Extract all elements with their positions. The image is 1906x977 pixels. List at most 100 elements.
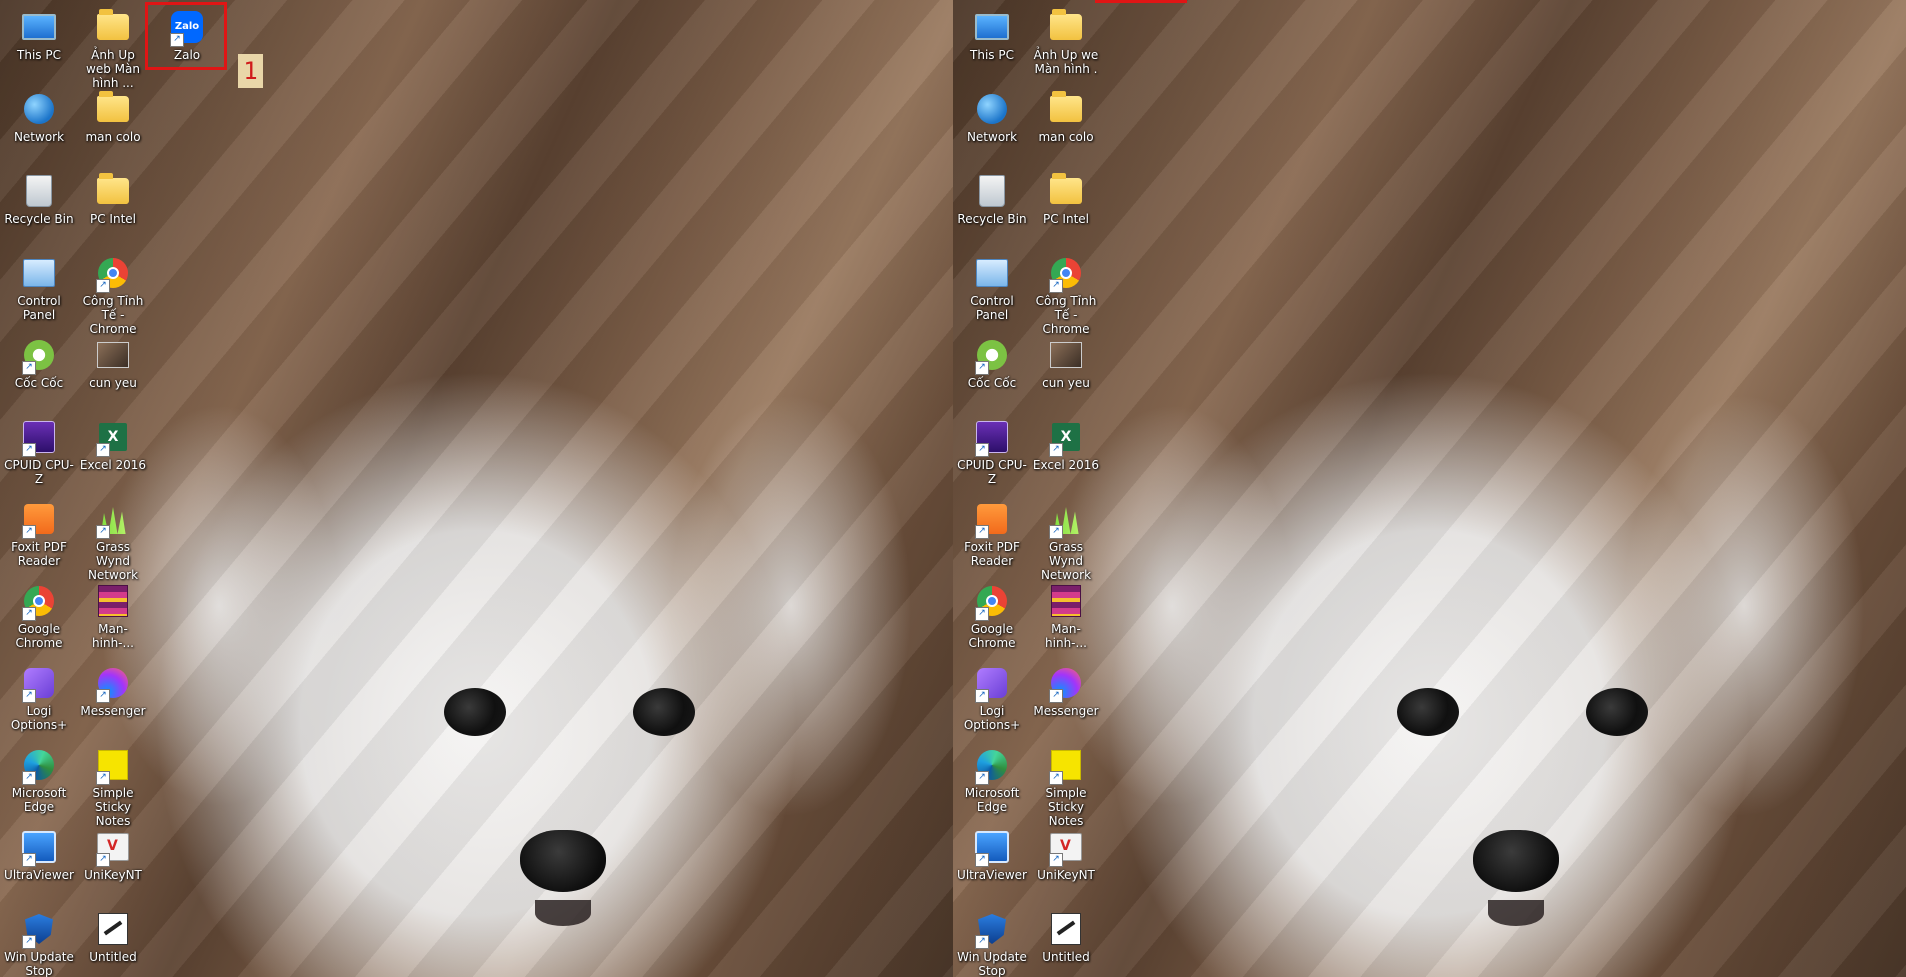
untitled-icon [94, 910, 132, 948]
network-icon [973, 90, 1011, 128]
desktop-icon-ultraviewer[interactable]: ↗ UltraViewer [955, 822, 1029, 882]
desktop-icon-network[interactable]: Network [955, 84, 1029, 144]
desktop-icon-shield[interactable]: ↗ Win Update Stop [2, 904, 76, 977]
desktop-icon-label: Foxit PDF Reader [11, 540, 67, 568]
desktop-icon-label: Untitled [89, 950, 137, 964]
desktop-icon-recycle-bin[interactable]: Recycle Bin [2, 166, 76, 226]
desktop-icon-label: This PC [17, 48, 61, 62]
unikey-icon: ↗ [1047, 828, 1085, 867]
folder-icon [94, 8, 132, 46]
desktop-icon-label: man colo [85, 130, 141, 144]
desktop-icon-label: UniKeyNT [1037, 868, 1095, 882]
desktop-icon-label: PC Intel [1043, 212, 1089, 226]
foxit-icon: ↗ [973, 500, 1011, 539]
sticky-notes-icon: ↗ [94, 746, 132, 785]
desktop-icon-network[interactable]: Network [2, 84, 76, 144]
excel-icon: X ↗ [1047, 418, 1085, 457]
desktop-icon-untitled[interactable]: Untitled [1029, 904, 1103, 964]
desktop-icon-cpuz[interactable]: ↗ CPUID CPU-Z [955, 412, 1029, 486]
desktop-icon-this-pc[interactable]: This PC [955, 2, 1029, 62]
desktop-right[interactable]: This PC Ảnh Up we Màn hình . Network man co… [953, 0, 1906, 977]
desktop-icon-chrome[interactable]: ↗ Google Chrome [955, 576, 1029, 650]
desktop-icon-messenger[interactable]: ↗ Messenger [76, 658, 150, 718]
desktop-icon-folder[interactable]: man colo [76, 84, 150, 144]
desktop-icon-foxit[interactable]: ↗ Foxit PDF Reader [2, 494, 76, 568]
desktop-icon-cpuz[interactable]: ↗ CPUID CPU-Z [2, 412, 76, 486]
desktop-icon-chrome[interactable]: ↗ Google Chrome [2, 576, 76, 650]
chrome-icon: ↗ [1047, 254, 1085, 293]
desktop-icon-label: Win Update Stop [957, 950, 1027, 977]
puppy-mouth [535, 900, 591, 926]
desktop-icon-folder[interactable]: man colo [1029, 84, 1103, 144]
desktop-icon-label: UltraViewer [957, 868, 1027, 882]
control-panel-icon [973, 254, 1011, 292]
desktop-icon-label: Logi Options+ [10, 704, 68, 732]
cpuz-icon: ↗ [973, 418, 1011, 457]
desktop-icon-label: This PC [970, 48, 1014, 62]
desktop-icon-chrome[interactable]: ↗ Công Tỉnh Tế - Chrome [1029, 248, 1103, 336]
desktop-icon-control-panel[interactable]: Control Panel [2, 248, 76, 322]
desktop-icon-grass[interactable]: ↗ Grass Wynd Network [76, 494, 150, 582]
desktop-icon-this-pc[interactable]: This PC [2, 2, 76, 62]
desktop-icon-edge[interactable]: ↗ Microsoft Edge [955, 740, 1029, 814]
desktop-icon-edge[interactable]: ↗ Microsoft Edge [2, 740, 76, 814]
unikey-icon: ↗ [94, 828, 132, 867]
desktop-icon-folder[interactable]: PC Intel [1029, 166, 1103, 226]
messenger-icon: ↗ [94, 664, 132, 703]
shortcut-arrow-icon: ↗ [1049, 443, 1063, 457]
zalo-highlight-box [145, 2, 227, 70]
desktop-left[interactable]: This PC Ảnh Up web Màn hình ... Zalo ↗ Zalo N… [0, 0, 953, 977]
shortcut-arrow-icon: ↗ [22, 525, 36, 539]
desktop-icon-label: Cốc Cốc [14, 376, 64, 390]
desktop-icon-unikey[interactable]: ↗UniKeyNT [76, 822, 150, 882]
desktop-icon-folder[interactable]: Ảnh Up we Màn hình . [1029, 2, 1103, 76]
desktop-icon-untitled[interactable]: Untitled [76, 904, 150, 964]
puppy-mouth [1488, 900, 1544, 926]
this-pc-icon [20, 8, 58, 46]
desktop-icon-photo[interactable]: cun yeu [1029, 330, 1103, 390]
desktop-icon-shield[interactable]: ↗ Win Update Stop [955, 904, 1029, 977]
untitled-icon [1047, 910, 1085, 948]
desktop-icon-sticky-notes[interactable]: ↗ Simple Sticky Notes [76, 740, 150, 828]
desktop-icon-logi[interactable]: ↗ Logi Options+ [2, 658, 76, 732]
chrome-icon: ↗ [94, 254, 132, 293]
desktop-icon-label: Win Update Stop [4, 950, 74, 977]
chrome-icon: ↗ [20, 582, 58, 621]
puppy-right-eye [1586, 688, 1648, 736]
desktop-icon-excel[interactable]: X ↗ Excel 2016 [1029, 412, 1103, 472]
desktop-icon-sticky-notes[interactable]: ↗ Simple Sticky Notes [1029, 740, 1103, 828]
desktop-icon-logi[interactable]: ↗ Logi Options+ [955, 658, 1029, 732]
desktop-icon-label: Messenger [80, 704, 146, 718]
desktop-icon-label: Google Chrome [15, 622, 63, 650]
desktop-icon-label: Google Chrome [968, 622, 1016, 650]
desktop-icon-coccoc[interactable]: ↗ Cốc Cốc [955, 330, 1029, 390]
folder-icon [1047, 172, 1085, 210]
shortcut-arrow-icon: ↗ [22, 361, 36, 375]
shortcut-arrow-icon: ↗ [22, 607, 36, 621]
desktop-icon-winrar[interactable]: Man-hinh-... [76, 576, 150, 650]
desktop-icon-winrar[interactable]: Man-hinh-... [1029, 576, 1103, 650]
desktop-icon-label: Messenger [1033, 704, 1099, 718]
desktop-icon-label: UltraViewer [4, 868, 74, 882]
step-badge: 1 [238, 54, 263, 88]
desktop-icon-label: Excel 2016 [1032, 458, 1100, 472]
desktop-icon-excel[interactable]: X ↗ Excel 2016 [76, 412, 150, 472]
logi-icon: ↗ [20, 664, 58, 703]
grass-icon: ↗ [1047, 500, 1085, 539]
desktop-icon-ultraviewer[interactable]: ↗ UltraViewer [2, 822, 76, 882]
shortcut-arrow-icon: ↗ [975, 443, 989, 457]
desktop-icon-recycle-bin[interactable]: Recycle Bin [955, 166, 1029, 226]
desktop-icon-unikey[interactable]: ↗UniKeyNT [1029, 822, 1103, 882]
desktop-icon-folder[interactable]: Ảnh Up web Màn hình ... [76, 2, 150, 90]
desktop-icon-messenger[interactable]: ↗ Messenger [1029, 658, 1103, 718]
desktop-icon-grass[interactable]: ↗ Grass Wynd Network [1029, 494, 1103, 582]
excel-icon: X ↗ [94, 418, 132, 457]
desktop-icon-label: Microsoft Edge [964, 786, 1020, 814]
desktop-icon-coccoc[interactable]: ↗ Cốc Cốc [2, 330, 76, 390]
desktop-icon-foxit[interactable]: ↗ Foxit PDF Reader [955, 494, 1029, 568]
desktop-icon-chrome[interactable]: ↗ Công Tỉnh Tế - Chrome [76, 248, 150, 336]
desktop-icon-control-panel[interactable]: Control Panel [955, 248, 1029, 322]
desktop-icon-folder[interactable]: PC Intel [76, 166, 150, 226]
network-icon [20, 90, 58, 128]
desktop-icon-photo[interactable]: cun yeu [76, 330, 150, 390]
